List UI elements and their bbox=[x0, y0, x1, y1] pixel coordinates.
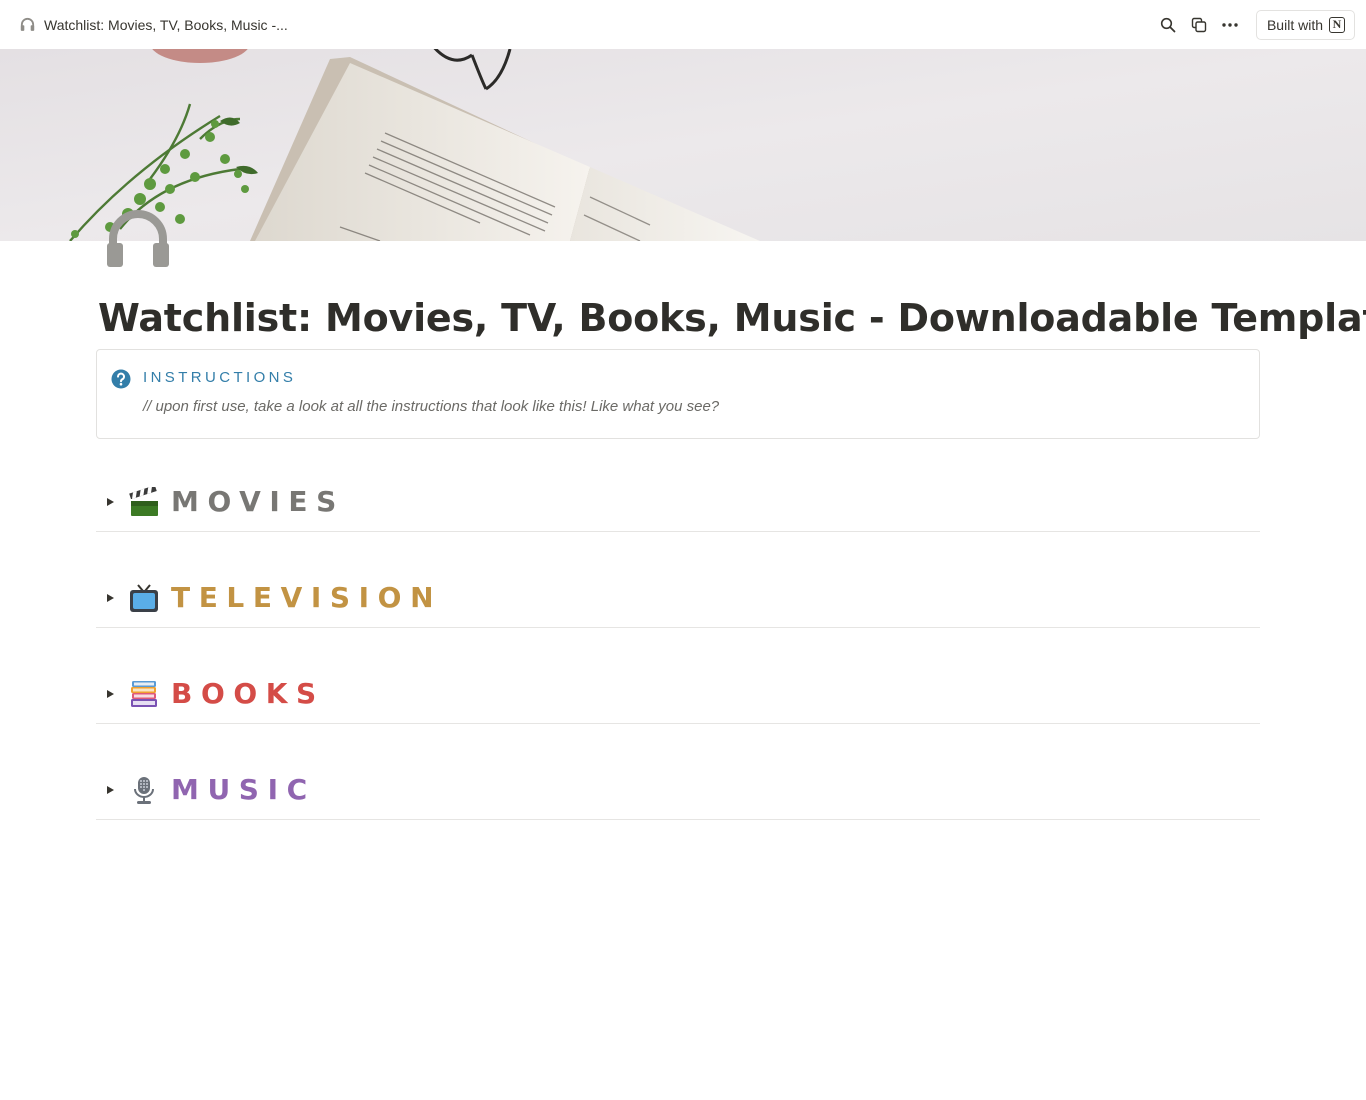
toggle-arrow-icon[interactable] bbox=[103, 591, 117, 605]
notion-logo-icon: N bbox=[1329, 16, 1345, 33]
duplicate-icon[interactable] bbox=[1184, 11, 1215, 39]
clapper-board-icon bbox=[129, 485, 159, 517]
toggle-label-movies: MOVIES bbox=[171, 485, 345, 518]
toggle-books[interactable]: BOOKS bbox=[96, 664, 1260, 724]
toggle-label-music: MUSIC bbox=[171, 773, 316, 806]
callout-title: INSTRUCTIONS bbox=[143, 369, 297, 386]
more-icon[interactable] bbox=[1215, 11, 1246, 39]
toggle-arrow-icon[interactable] bbox=[103, 687, 117, 701]
headphones-icon bbox=[19, 16, 36, 33]
television-icon bbox=[129, 583, 159, 613]
breadcrumb-page-title: Watchlist: Movies, TV, Books, Music -... bbox=[44, 16, 288, 33]
toggle-television[interactable]: TELEVISION bbox=[96, 568, 1260, 628]
microphone-icon bbox=[129, 775, 159, 805]
toggle-movies[interactable]: MOVIES bbox=[96, 472, 1260, 532]
breadcrumb[interactable]: Watchlist: Movies, TV, Books, Music -... bbox=[19, 16, 288, 33]
toggle-music[interactable]: MUSIC bbox=[96, 760, 1260, 820]
page-title[interactable]: Watchlist: Movies, TV, Books, Music - Do… bbox=[98, 291, 1366, 345]
books-icon bbox=[129, 679, 159, 709]
toggle-arrow-icon[interactable] bbox=[103, 495, 117, 509]
question-circle-icon bbox=[111, 369, 131, 389]
toggle-label-television: TELEVISION bbox=[171, 581, 443, 614]
toggle-label-books: BOOKS bbox=[171, 677, 325, 710]
toggle-arrow-icon[interactable] bbox=[103, 783, 117, 797]
built-with-label: Built with bbox=[1266, 16, 1323, 33]
top-bar: Watchlist: Movies, TV, Books, Music -...… bbox=[0, 0, 1366, 49]
built-with-button[interactable]: Built with N bbox=[1255, 9, 1355, 40]
page-headphones-icon[interactable] bbox=[104, 205, 172, 269]
search-icon[interactable] bbox=[1153, 11, 1184, 39]
callout-text: // upon first use, take a look at all th… bbox=[143, 398, 720, 415]
cover-image bbox=[0, 49, 1366, 241]
instructions-callout: INSTRUCTIONS // upon first use, take a l… bbox=[96, 349, 1260, 439]
